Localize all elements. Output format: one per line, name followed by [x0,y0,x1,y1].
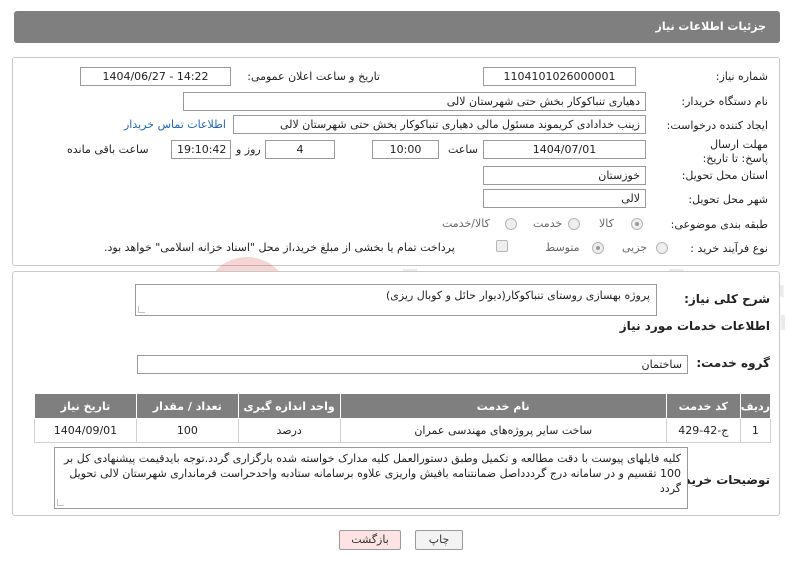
process-minor-radio[interactable] [656,242,668,254]
cell-unit: درصد [237,418,341,443]
table-header-row: ردیف کد خدمت نام خدمت واحد اندازه گیری ت… [34,393,772,419]
deadline-time-field[interactable]: 10:00 [372,140,439,159]
buyer-contact-link[interactable]: اطلاعات تماس خریدار [124,118,226,131]
treasury-payment-checkbox[interactable] [496,240,508,252]
category-service-radio[interactable] [568,218,580,230]
buyer-notes-textarea[interactable]: کلیه فایلهای پیوست با دقت مطالعه و تکمیل… [54,447,688,509]
table-row: 1 ج-42-429 ساخت سایر پروژه‌های مهندسی عم… [34,418,772,443]
buyer-org-label: نام دستگاه خریدار: [681,95,768,108]
buyer-notes-text: کلیه فایلهای پیوست با دقت مطالعه و تکمیل… [64,452,681,495]
back-button[interactable]: بازگشت [339,530,401,550]
process-medium-radio[interactable] [592,242,604,254]
need-info-panel [12,57,780,266]
announce-date-label: تاریخ و ساعت اعلان عمومی: [247,70,380,83]
deadline-date-field[interactable]: 1404/07/01 [483,140,646,159]
category-goods-service-label: کالا/خدمت [442,217,490,230]
remaining-time-field[interactable]: 19:10:42 [171,140,231,159]
cell-service-name: ساخت سایر پروژه‌های مهندسی عمران [339,418,667,443]
services-section-title: اطلاعات خدمات مورد نیاز [619,319,770,333]
col-header-service-name: نام خدمت [339,393,667,419]
remaining-time-label: ساعت باقی مانده [67,143,149,156]
description-label: شرح کلی نیاز: [684,292,770,306]
process-medium-label: متوسط [545,241,580,254]
resize-handle-icon[interactable] [57,499,64,506]
print-button[interactable]: چاپ [415,530,463,550]
treasury-payment-note: پرداخت تمام یا بخشی از مبلغ خرید،از محل … [104,241,455,254]
service-group-label: گروه خدمت: [696,356,770,370]
category-label: طبقه بندی موضوعی: [670,218,768,231]
page-title: جزئیات اطلاعات نیاز [655,20,767,33]
announce-date-field[interactable]: 1404/06/27 - 14:22 [80,67,231,86]
need-number-label: شماره نیاز: [715,70,768,83]
service-group-field[interactable]: ساختمان [137,355,688,374]
city-field[interactable]: لالی [483,189,646,208]
col-header-row-number: ردیف [739,393,772,419]
cell-quantity: 100 [135,418,239,443]
days-remaining-field[interactable]: 4 [265,140,335,159]
cell-need-date: 1404/09/01 [34,418,137,443]
col-header-unit: واحد اندازه گیری [237,393,341,419]
category-goods-radio[interactable] [631,218,643,230]
resize-handle-icon[interactable] [138,306,145,313]
deadline-time-label: ساعت [448,143,478,156]
buyer-org-field[interactable]: دهیاری تنباکوکار بخش حتی شهرستان لالی [183,92,646,111]
province-label: استان محل تحویل: [681,169,768,182]
services-table: ردیف کد خدمت نام خدمت واحد اندازه گیری ت… [34,393,772,443]
process-minor-label: جزیی [622,241,648,254]
city-label: شهر محل تحویل: [688,193,768,206]
requester-field[interactable]: زینب خدادادی کریموند مسئول مالی دهیاری ت… [233,115,646,134]
category-goods-label: کالا [599,217,614,230]
category-service-label: خدمت [533,217,563,230]
col-header-need-date: تاریخ نیاز [34,393,137,419]
category-goods-service-radio[interactable] [505,218,517,230]
cell-service-code: ج-42-429 [665,418,741,443]
days-label: روز و [236,143,261,156]
col-header-service-code: کد خدمت [665,393,741,419]
province-field[interactable]: خوزستان [483,166,646,185]
need-number-field[interactable]: 1104101026000001 [483,67,636,86]
process-type-label: نوع فرآیند خرید : [690,242,768,255]
col-header-quantity: تعداد / مقدار [135,393,239,419]
cell-row-number: 1 [739,418,772,443]
deadline-label: مهلت ارسال پاسخ: تا تاریخ: [702,138,768,165]
description-textarea[interactable]: پروژه بهسازی روستای تنباکوکار(دیوار حائل… [135,284,657,316]
page-header: جزئیات اطلاعات نیاز [14,11,780,43]
requester-label: ایجاد کننده درخواست: [666,119,768,132]
description-text: پروژه بهسازی روستای تنباکوکار(دیوار حائل… [385,289,650,302]
